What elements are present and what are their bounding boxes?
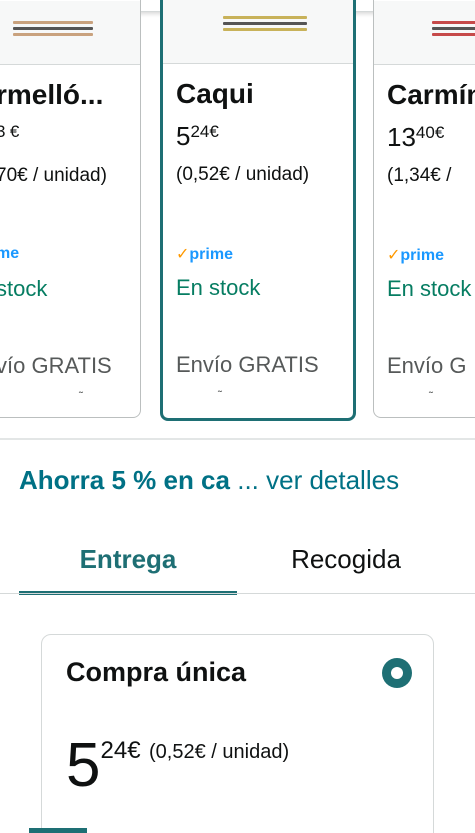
variation-unit-price: (0,52€ / unidad) bbox=[176, 164, 310, 185]
variation-carousel[interactable]: rmelló... 3 € 70€ / unidad) me stock vío… bbox=[0, 0, 475, 430]
variation-price: 1340€ bbox=[387, 122, 445, 152]
bottom-accent-bar bbox=[29, 828, 87, 833]
tilde-mark: ˜ bbox=[79, 389, 83, 403]
product-swatch-image bbox=[163, 0, 353, 64]
coupon-details-link[interactable]: ... ver detalles bbox=[237, 465, 399, 495]
prime-badge: ✓prime bbox=[176, 246, 233, 263]
shipping-info: Envío G bbox=[387, 353, 467, 378]
product-swatch-image bbox=[374, 1, 475, 65]
stock-status: En stock bbox=[176, 275, 261, 300]
radio-selected-dot bbox=[391, 667, 403, 679]
variation-price: 3 € bbox=[0, 122, 20, 141]
prime-badge: ✓prime bbox=[387, 247, 444, 264]
prime-check-icon: ✓ bbox=[387, 247, 401, 264]
fulfillment-tabs: Entrega Recogida bbox=[0, 525, 475, 595]
prime-badge: me bbox=[0, 245, 20, 262]
product-swatch-image bbox=[0, 1, 140, 65]
coupon-promo[interactable]: Ahorra 5 % en ca ... ver detalles bbox=[19, 465, 399, 496]
tab-recogida[interactable]: Recogida bbox=[237, 525, 455, 593]
variation-card-caqui[interactable]: Caqui 524€ (0,52€ / unidad) ✓prime En st… bbox=[160, 0, 356, 421]
variation-card-carmin[interactable]: Carmín 1340€ (1,34€ / ✓prime En stock En… bbox=[373, 0, 475, 418]
prime-check-icon: ✓ bbox=[176, 246, 190, 263]
purchase-unit-price: (0,52€ / unidad) bbox=[149, 741, 290, 763]
shipping-info: vío GRATIS bbox=[0, 353, 112, 378]
purchase-price: 524€ (0,52€ / unidad) bbox=[66, 731, 290, 800]
variation-name: Carmín bbox=[387, 79, 475, 110]
stock-status: En stock bbox=[387, 276, 472, 301]
purchase-option-title: Compra única bbox=[66, 657, 247, 687]
stock-status: stock bbox=[0, 276, 48, 301]
tilde-mark: ˜ bbox=[429, 389, 433, 403]
variation-price: 524€ bbox=[176, 121, 219, 151]
tilde-mark: ˜ bbox=[218, 388, 222, 402]
variation-card-bermellon[interactable]: rmelló... 3 € 70€ / unidad) me stock vío… bbox=[0, 0, 141, 418]
variation-unit-price: 70€ / unidad) bbox=[0, 165, 107, 186]
one-time-purchase-box[interactable]: Compra única 524€ (0,52€ / unidad) bbox=[41, 634, 434, 833]
variation-name: rmelló... bbox=[0, 79, 104, 110]
section-divider bbox=[0, 438, 475, 440]
variation-unit-price: (1,34€ / bbox=[387, 165, 452, 186]
shipping-info: Envío GRATIS bbox=[176, 352, 319, 377]
tabs-divider bbox=[0, 593, 475, 594]
purchase-option-radio[interactable] bbox=[382, 658, 412, 688]
tab-entrega[interactable]: Entrega bbox=[19, 525, 237, 593]
variation-name: Caqui bbox=[176, 78, 254, 109]
coupon-text: Ahorra 5 % en ca bbox=[19, 465, 230, 495]
